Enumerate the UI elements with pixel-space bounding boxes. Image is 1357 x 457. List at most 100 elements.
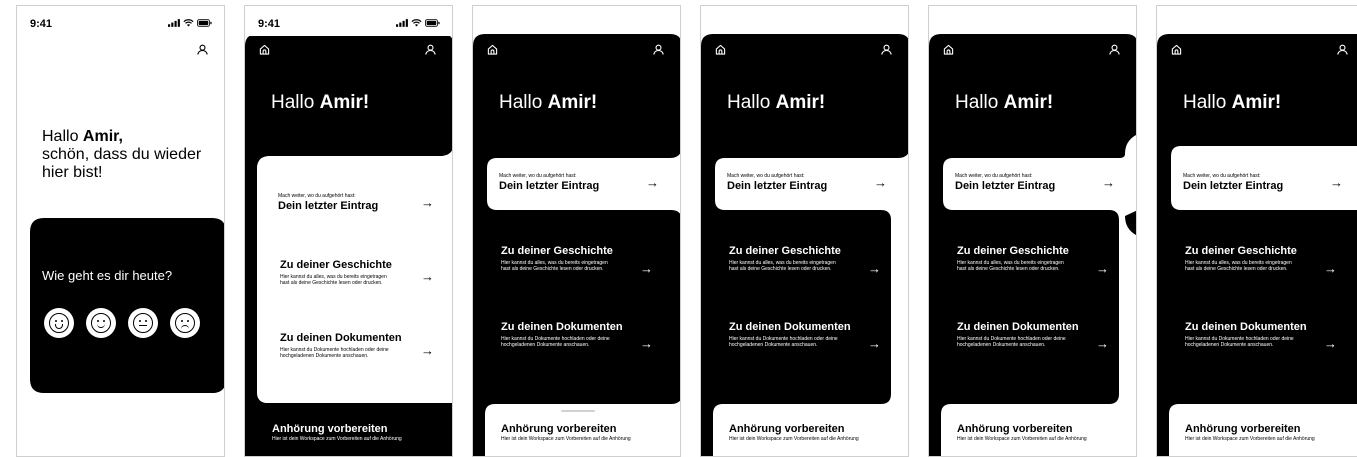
status-time: 9:41 <box>1170 18 1193 30</box>
profile-icon[interactable] <box>1109 44 1120 55</box>
phone-screen-4: 9:41 Hallo Amir! Mach weiter, wo du aufg… <box>700 5 909 457</box>
sad-face-icon[interactable] <box>170 308 200 338</box>
last-entry-arrow-icon[interactable]: → <box>646 176 659 189</box>
story-card[interactable]: Zu deiner Geschichte Hier kannst du alle… <box>1185 244 1335 272</box>
page-title: Hallo Amir! <box>271 92 369 114</box>
documents-card[interactable]: Zu deinen Dokumenten Hier kannst du Doku… <box>729 320 879 348</box>
status-time: 9:41 <box>258 18 281 30</box>
last-entry-card[interactable]: Mach weiter, wo du aufgehört hast: Dein … <box>499 173 649 193</box>
status-time: 9:41 <box>714 18 737 30</box>
story-title: Zu deiner Geschichte <box>501 245 613 257</box>
phone-screen-2: 9:41 Hallo Amir! Mach weiter, wo du aufg… <box>244 5 453 457</box>
user-name: Amir! <box>547 92 598 113</box>
story-card[interactable]: Zu deiner Geschichte Hier kannst du alle… <box>729 244 879 272</box>
documents-title: Zu deinen Dokumenten <box>957 321 1079 333</box>
last-entry-title: Dein letzter Eintrag <box>955 180 1056 192</box>
phone-screen-3: 9:41 Hallo Amir! Mach weiter, wo du aufg… <box>472 5 681 457</box>
home-icon[interactable] <box>715 44 726 55</box>
last-entry-title: Dein letzter Eintrag <box>278 200 379 212</box>
profile-icon[interactable] <box>197 44 208 55</box>
documents-arrow-icon[interactable]: → <box>868 337 881 350</box>
last-entry-arrow-icon[interactable]: → <box>1330 176 1343 189</box>
battery-icon <box>197 19 212 27</box>
hearing-desc: Hier ist dein Workspace zum Vorbereiten … <box>272 436 402 442</box>
home-icon[interactable] <box>1171 44 1182 55</box>
hearing-title: Anhörung vorbereiten <box>501 423 617 435</box>
story-arrow-icon[interactable]: → <box>1324 262 1337 275</box>
hearing-card[interactable]: Anhörung vorbereiten Hier ist dein Works… <box>957 422 1136 442</box>
home-icon[interactable] <box>487 44 498 55</box>
mood-question: Wie geht es dir heute? <box>42 268 173 283</box>
wifi-icon <box>639 19 650 27</box>
documents-arrow-icon[interactable]: → <box>1324 337 1337 350</box>
battery-icon <box>1109 19 1124 27</box>
profile-icon[interactable] <box>425 44 436 55</box>
status-bar: 9:41 <box>17 18 224 34</box>
last-entry-card[interactable]: Mach weiter, wo du aufgehört hast: Dein … <box>278 193 428 213</box>
documents-card[interactable]: Zu deinen Dokumenten Hier kannst du Doku… <box>957 320 1107 348</box>
signal-icon <box>396 19 408 27</box>
documents-arrow-icon[interactable]: → <box>1096 337 1109 350</box>
status-icons <box>1080 19 1124 27</box>
story-card[interactable]: Zu deiner Geschichte Hier kannst du alle… <box>957 244 1107 272</box>
documents-card[interactable]: Zu deinen Dokumenten Hier kannst du Doku… <box>1185 320 1335 348</box>
status-icons <box>168 19 212 27</box>
home-icon[interactable] <box>259 44 270 55</box>
story-desc: Hier kannst du alles, was du bereits ein… <box>1185 260 1292 272</box>
happy-face-icon[interactable] <box>86 308 116 338</box>
hearing-desc: Hier ist dein Workspace zum Vorbereiten … <box>1185 436 1315 442</box>
hearing-card[interactable]: Anhörung vorbereiten Hier ist dein Works… <box>501 422 680 442</box>
hearing-title: Anhörung vorbereiten <box>1185 423 1301 435</box>
profile-icon[interactable] <box>653 44 664 55</box>
greeting-word: Hallo <box>1183 92 1227 113</box>
battery-icon <box>653 19 668 27</box>
last-entry-arrow-icon[interactable]: → <box>1102 176 1115 189</box>
story-desc: Hier kannst du alles, was du bereits ein… <box>729 260 836 272</box>
wifi-icon <box>183 19 194 27</box>
documents-arrow-icon[interactable]: → <box>640 337 653 350</box>
greeting-word: Hallo <box>499 92 543 113</box>
story-title: Zu deiner Geschichte <box>1185 245 1297 257</box>
screen-2-background <box>245 34 452 456</box>
battery-icon <box>425 19 440 27</box>
signal-icon <box>1308 19 1320 27</box>
documents-title: Zu deinen Dokumenten <box>501 321 623 333</box>
documents-card[interactable]: Zu deinen Dokumenten Hier kannst du Doku… <box>280 331 430 359</box>
story-arrow-icon[interactable]: → <box>421 270 434 283</box>
very-happy-face-icon[interactable] <box>44 308 74 338</box>
story-arrow-icon[interactable]: → <box>640 262 653 275</box>
story-card[interactable]: Zu deiner Geschichte Hier kannst du alle… <box>501 244 651 272</box>
hearing-title: Anhörung vorbereiten <box>729 423 845 435</box>
documents-arrow-icon[interactable]: → <box>421 344 434 357</box>
last-entry-arrow-icon[interactable]: → <box>421 196 434 209</box>
story-desc: Hier kannst du alles, was du bereits ein… <box>280 274 387 286</box>
last-entry-card[interactable]: Mach weiter, wo du aufgehört hast: Dein … <box>1183 173 1333 193</box>
hearing-desc: Hier ist dein Workspace zum Vorbereiten … <box>501 436 631 442</box>
status-icons <box>852 19 896 27</box>
phone-screen-1: 9:41 Hallo Amir, schön, dass du wieder h… <box>16 5 225 457</box>
user-name: Amir! <box>1231 92 1282 113</box>
home-icon[interactable] <box>943 44 954 55</box>
story-title: Zu deiner Geschichte <box>280 259 392 271</box>
page-title: Hallo Amir! <box>1183 92 1281 114</box>
profile-icon[interactable] <box>1337 44 1348 55</box>
story-card[interactable]: Zu deiner Geschichte Hier kannst du alle… <box>280 258 430 286</box>
last-entry-card[interactable]: Mach weiter, wo du aufgehört hast: Dein … <box>727 173 877 193</box>
hearing-card[interactable]: Anhörung vorbereiten Hier ist dein Works… <box>1185 422 1357 442</box>
hearing-card[interactable]: Anhörung vorbereiten Hier ist dein Works… <box>272 422 452 442</box>
screen-background <box>473 34 680 456</box>
neutral-face-icon[interactable] <box>128 308 158 338</box>
signal-icon <box>852 19 864 27</box>
sheet-drag-handle[interactable] <box>561 410 595 412</box>
last-entry-card[interactable]: Mach weiter, wo du aufgehört hast: Dein … <box>955 173 1105 193</box>
hearing-card[interactable]: Anhörung vorbereiten Hier ist dein Works… <box>729 422 908 442</box>
profile-icon[interactable] <box>881 44 892 55</box>
story-arrow-icon[interactable]: → <box>1096 262 1109 275</box>
story-arrow-icon[interactable]: → <box>868 262 881 275</box>
last-entry-arrow-icon[interactable]: → <box>874 176 887 189</box>
wifi-icon <box>1095 19 1106 27</box>
mood-options <box>44 308 200 338</box>
documents-card[interactable]: Zu deinen Dokumenten Hier kannst du Doku… <box>501 320 651 348</box>
hearing-title: Anhörung vorbereiten <box>272 423 388 435</box>
user-name: Amir! <box>1003 92 1054 113</box>
